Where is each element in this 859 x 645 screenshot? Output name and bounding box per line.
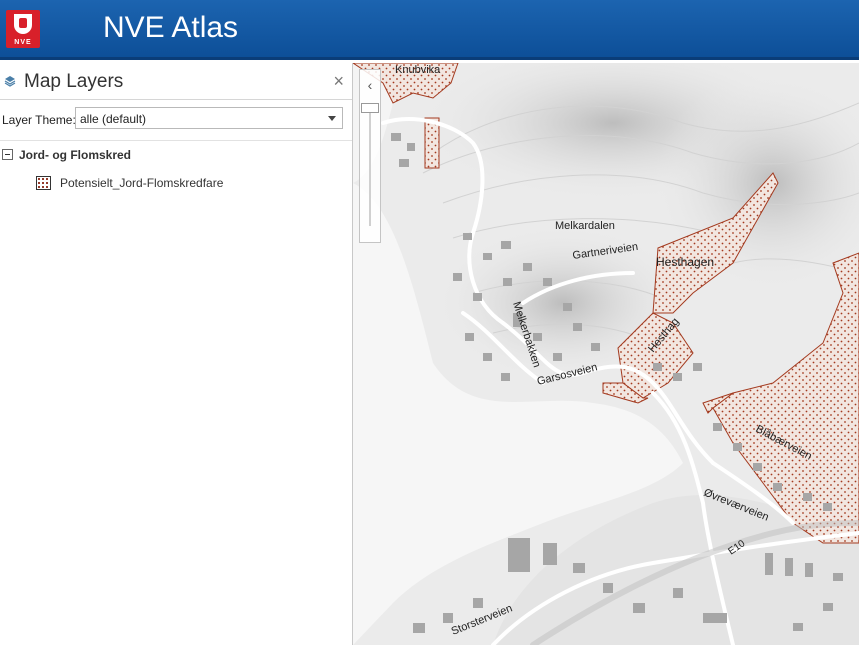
layer-theme-row: Layer Theme: alle (default)	[0, 100, 352, 141]
layer-theme-label: Layer Theme:	[2, 113, 76, 127]
map-canvas[interactable]: Knubvika Melkardalen Gartneriveien Hesth…	[353, 63, 859, 645]
collapse-toggle-icon[interactable]	[2, 149, 13, 160]
panel-header: Map Layers ×	[0, 63, 352, 100]
map-svg: Knubvika Melkardalen Gartneriveien Hesth…	[353, 63, 859, 645]
layers-icon	[4, 76, 16, 87]
close-icon[interactable]: ×	[333, 71, 344, 92]
layer-item-label: Potensielt_Jord-Flomskredfare	[60, 176, 224, 190]
map-label-melkardalen: Melkardalen	[555, 220, 615, 232]
panel-title: Map Layers	[24, 71, 124, 92]
layer-group-label: Jord- og Flomskred	[19, 148, 132, 162]
layer-theme-select[interactable]: alle (default)	[75, 107, 343, 129]
layer-theme-value: alle (default)	[80, 112, 147, 126]
zoom-slider[interactable]: ‹	[359, 69, 381, 243]
zoom-track[interactable]	[369, 108, 371, 226]
map-label-hesthagen: Hesthagen	[656, 255, 714, 269]
nve-logo[interactable]: NVE	[6, 10, 40, 48]
app-title: NVE Atlas	[103, 11, 239, 44]
app-header: NVE NVE Atlas	[0, 0, 859, 60]
logo-text: NVE	[14, 39, 32, 46]
map-layers-panel: Map Layers × Layer Theme: alle (default)…	[0, 63, 353, 645]
crest-icon	[14, 14, 32, 34]
hazard-swatch-icon	[36, 176, 51, 190]
collapse-arrow-icon[interactable]: ‹	[360, 70, 380, 100]
chevron-down-icon	[328, 116, 336, 121]
zoom-thumb[interactable]	[361, 103, 379, 113]
map-label-knubvika: Knubvika	[395, 64, 441, 76]
